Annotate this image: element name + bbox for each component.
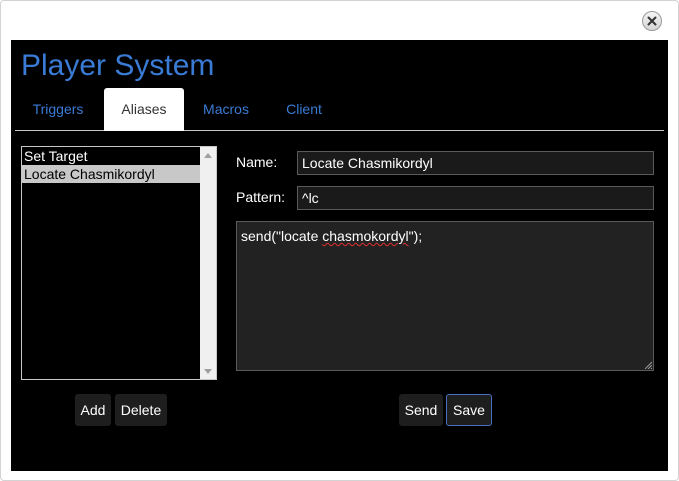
- close-button[interactable]: [642, 11, 662, 31]
- scroll-up-icon[interactable]: [200, 147, 216, 163]
- save-button[interactable]: Save: [446, 394, 492, 426]
- pattern-label: Pattern:: [236, 189, 286, 205]
- tab-aliases[interactable]: Aliases: [104, 88, 184, 131]
- name-field[interactable]: Locate Chasmikordyl: [297, 151, 654, 175]
- tab-macros[interactable]: Macros: [193, 88, 259, 130]
- script-editor[interactable]: send("locate chasmokordyl");: [236, 221, 654, 371]
- pattern-field[interactable]: ^lc: [297, 186, 654, 210]
- dialog-window: Player System Triggers Aliases Macros Cl…: [0, 0, 679, 481]
- tab-client[interactable]: Client: [272, 88, 336, 130]
- scroll-down-icon[interactable]: [200, 363, 216, 379]
- alias-list[interactable]: Set Target Locate Chasmikordyl: [21, 146, 217, 380]
- list-scrollbar[interactable]: [200, 147, 216, 379]
- add-button[interactable]: Add: [75, 394, 111, 426]
- list-item[interactable]: Locate Chasmikordyl: [22, 165, 202, 183]
- tab-bar: Triggers Aliases Macros Client: [15, 88, 664, 131]
- tab-triggers[interactable]: Triggers: [15, 88, 101, 130]
- player-system-panel: Player System Triggers Aliases Macros Cl…: [11, 40, 668, 471]
- send-button[interactable]: Send: [399, 394, 443, 426]
- misspelled-word: chasmokordyl: [322, 228, 409, 244]
- name-label: Name:: [236, 154, 278, 170]
- close-icon: [647, 16, 657, 26]
- page-title: Player System: [21, 49, 215, 82]
- code-text-end: ");: [408, 228, 423, 244]
- list-item[interactable]: Set Target: [22, 147, 202, 165]
- resize-grip-icon[interactable]: [644, 361, 652, 369]
- code-text: send("locate: [241, 228, 323, 244]
- delete-button[interactable]: Delete: [115, 394, 167, 426]
